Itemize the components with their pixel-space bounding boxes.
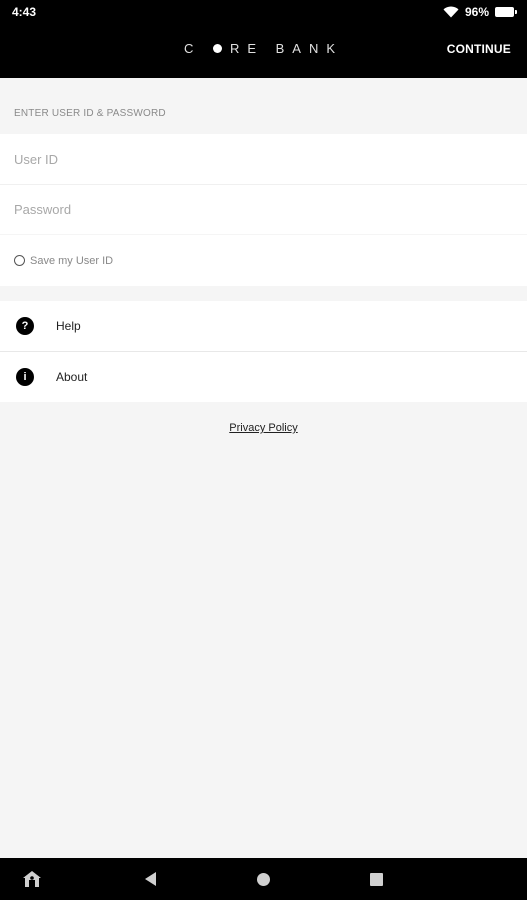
menu-item-about[interactable]: i About: [0, 352, 527, 402]
brand-suffix: RE BANK: [229, 41, 344, 56]
app-bar: C RE BANK CONTINUE: [0, 24, 527, 78]
save-user-id-label: Save my User ID: [30, 254, 114, 267]
menu-item-label: Help: [56, 319, 81, 333]
menu-item-help[interactable]: ? Help: [0, 301, 527, 351]
info-icon: i: [16, 368, 34, 386]
home-app-icon[interactable]: [22, 870, 42, 888]
password-input[interactable]: [0, 185, 527, 234]
status-right: 96%: [443, 5, 517, 19]
section-header: ENTER USER ID & PASSWORD: [14, 108, 166, 119]
recents-icon[interactable]: [370, 873, 383, 886]
password-field-container: [0, 184, 527, 234]
brand-prefix: C: [183, 41, 202, 56]
menu-item-label: About: [56, 370, 88, 384]
continue-button[interactable]: CONTINUE: [447, 42, 511, 56]
wifi-icon: [443, 6, 459, 18]
home-icon[interactable]: [257, 873, 270, 886]
back-icon[interactable]: [145, 872, 156, 886]
save-user-id-radio[interactable]: [14, 255, 25, 266]
status-bar: 4:43 96%: [0, 0, 527, 24]
user-id-input[interactable]: [0, 134, 527, 184]
status-time: 4:43: [12, 5, 37, 19]
system-nav-bar: [0, 858, 527, 900]
battery-icon: [495, 7, 517, 17]
help-icon: ?: [16, 317, 34, 335]
privacy-policy-link[interactable]: Privacy Policy: [0, 422, 527, 434]
user-id-field-container: [0, 134, 527, 184]
battery-percent: 96%: [464, 5, 489, 19]
save-user-id-option[interactable]: Save my User ID: [0, 235, 527, 286]
brand-dot-icon: [212, 44, 222, 53]
